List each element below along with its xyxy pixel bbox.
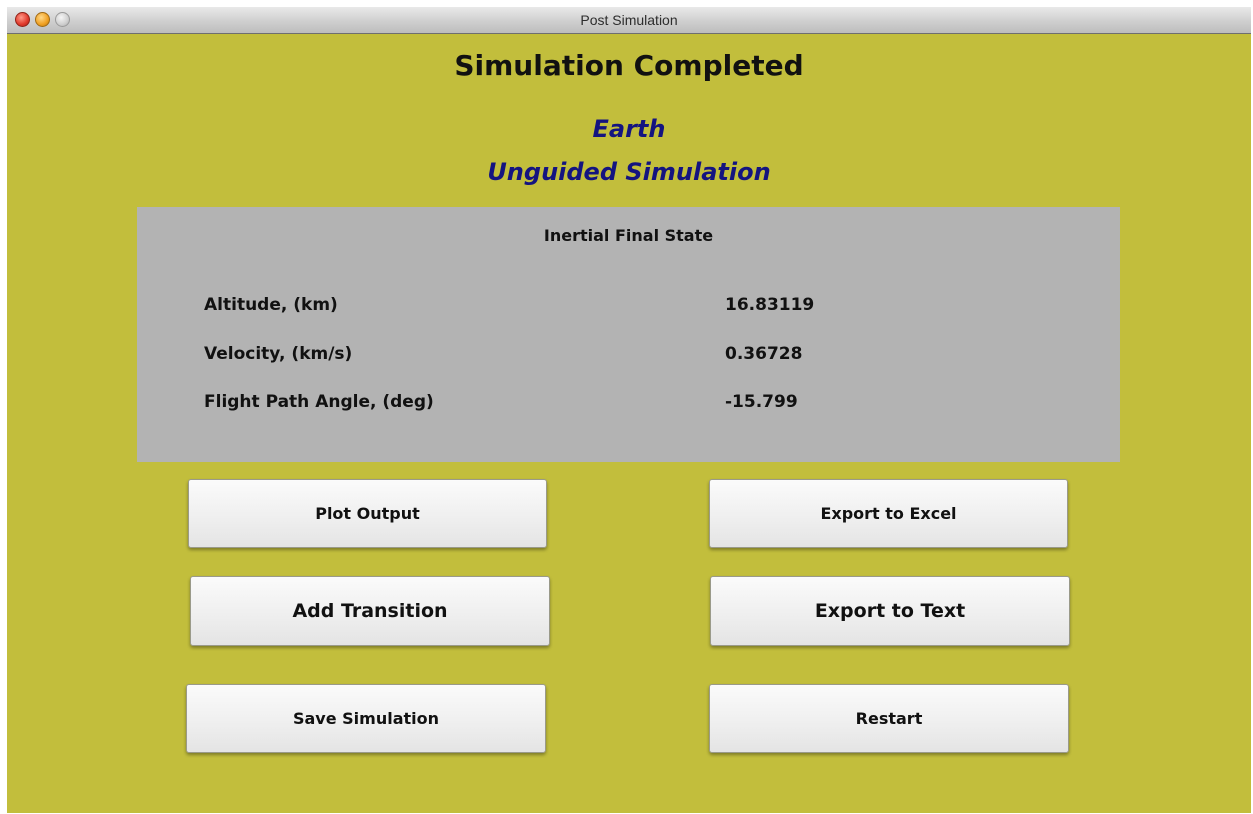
add-transition-button[interactable]: Add Transition xyxy=(190,576,550,646)
planet-label: Earth xyxy=(592,115,666,143)
velocity-label: Velocity, (km/s) xyxy=(204,344,353,364)
plot-output-button[interactable]: Plot Output xyxy=(188,479,547,548)
simulation-mode-label: Unguided Simulation xyxy=(487,158,771,186)
final-state-panel: Inertial Final State Altitude, (km) 16.8… xyxy=(137,207,1120,462)
altitude-value: 16.83119 xyxy=(725,295,815,315)
velocity-value: 0.36728 xyxy=(725,344,803,364)
altitude-label: Altitude, (km) xyxy=(204,295,338,315)
flight-path-angle-value: -15.799 xyxy=(725,392,798,412)
title-bar[interactable]: Post Simulation xyxy=(7,7,1251,34)
final-state-title: Inertial Final State xyxy=(543,226,714,245)
window-title: Post Simulation xyxy=(580,12,678,28)
page-title: Simulation Completed xyxy=(454,49,804,82)
post-simulation-window: Post Simulation Simulation Completed Ear… xyxy=(7,7,1251,813)
restart-button[interactable]: Restart xyxy=(709,684,1069,753)
export-to-excel-button[interactable]: Export to Excel xyxy=(709,479,1068,548)
save-simulation-button[interactable]: Save Simulation xyxy=(186,684,546,753)
flight-path-angle-label: Flight Path Angle, (deg) xyxy=(204,392,434,412)
export-to-text-button[interactable]: Export to Text xyxy=(710,576,1070,646)
